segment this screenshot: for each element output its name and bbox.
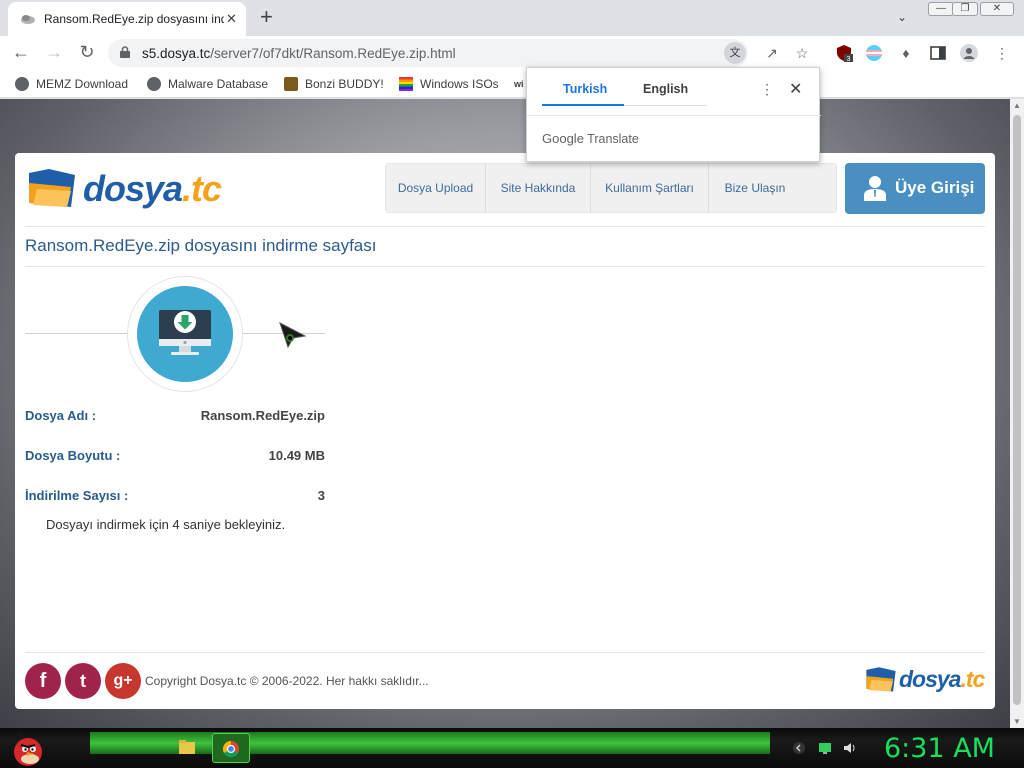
- file-name-value: Ransom.RedEye.zip: [200, 408, 325, 423]
- active-tab-indicator: [542, 104, 624, 106]
- nav-kullanim-sartlari[interactable]: Kullanım Şartları: [591, 164, 709, 212]
- footer-logo-text: dosya.tc: [899, 666, 985, 692]
- google-plus-icon[interactable]: g+: [105, 663, 141, 699]
- tab-strip: Ransom.RedEye.zip dosyasını ind ✕ + ⌄ — …: [0, 0, 1024, 36]
- address-bar[interactable]: s5.dosya.tc/server7/of7dkt/Ransom.RedEye…: [108, 39, 808, 67]
- file-size-label: Dosya Boyutu :: [25, 448, 121, 463]
- minimize-button[interactable]: —: [928, 2, 954, 16]
- bookmark-star-icon[interactable]: ☆: [793, 44, 811, 62]
- mouse-cursor-icon: [279, 322, 307, 348]
- tray-chevron-icon[interactable]: [792, 741, 806, 755]
- taskbar: 6:31 AM: [0, 728, 1024, 768]
- folder-icon: [179, 740, 195, 754]
- nav-site-hakkinda[interactable]: Site Hakkında: [486, 164, 591, 212]
- download-count-value: 3: [317, 488, 325, 503]
- file-name-label: Dosya Adı :: [25, 408, 97, 423]
- facebook-icon[interactable]: f: [25, 663, 61, 699]
- footer-logo[interactable]: dosya.tc: [865, 664, 985, 696]
- page-title: Ransom.RedEye.zip dosyasını indirme sayf…: [25, 236, 377, 255]
- menu-kebab-icon[interactable]: ⋮: [993, 44, 1011, 62]
- url-text: s5.dosya.tc/server7/of7dkt/Ransom.RedEye…: [142, 46, 456, 61]
- tab-close-icon[interactable]: ✕: [226, 11, 237, 27]
- site-logo[interactable]: dosya.tc: [27, 165, 222, 213]
- browser-toolbar: ← → ↻ s5.dosya.tc/server7/of7dkt/Ransom.…: [0, 36, 1024, 70]
- footer-divider: [25, 652, 985, 653]
- pride-flag-extension-icon[interactable]: [865, 44, 883, 62]
- download-button[interactable]: [137, 286, 233, 382]
- ublock-shield-icon[interactable]: 3: [835, 44, 853, 62]
- bonzi-icon: [284, 77, 298, 91]
- window-close-button[interactable]: ✕: [980, 2, 1014, 16]
- volume-icon[interactable]: [843, 741, 857, 755]
- download-count-label: İndirilme Sayısı :: [25, 488, 129, 503]
- side-panel-icon[interactable]: [929, 44, 947, 62]
- back-arrow-icon[interactable]: ←: [10, 42, 32, 63]
- globe-icon: [15, 77, 29, 91]
- scroll-up-icon[interactable]: ▲: [1013, 101, 1021, 110]
- site-nav: Dosya Upload Site Hakkında Kullanım Şart…: [385, 163, 837, 213]
- translate-tab-turkish[interactable]: Turkish: [563, 82, 607, 96]
- user-icon: [864, 176, 886, 201]
- profile-avatar-icon[interactable]: [960, 44, 978, 62]
- page-viewport: dosya.tc Dosya Upload Site Hakkında Kull…: [0, 99, 1010, 728]
- logo-folder-icon: [29, 169, 75, 207]
- bookmark-truncated[interactable]: wi: [514, 79, 524, 89]
- translate-more-icon[interactable]: ⋮: [760, 81, 774, 98]
- scrollbar-thumb[interactable]: [1013, 115, 1021, 705]
- wait-message: Dosyayı indirmek için 4 saniye bekleyini…: [46, 517, 286, 532]
- nav-dosya-upload[interactable]: Dosya Upload: [386, 164, 486, 212]
- google-translate-brand: Google Translate: [542, 131, 639, 146]
- page-scrollbar[interactable]: ▲ ▼: [1010, 99, 1024, 728]
- forward-arrow-icon[interactable]: →: [43, 42, 65, 63]
- nav-bize-ulasin[interactable]: Bize Ulaşın: [709, 164, 801, 212]
- translate-close-icon[interactable]: ✕: [789, 79, 802, 99]
- network-monitor-icon[interactable]: [818, 741, 832, 755]
- taskbar-clock[interactable]: 6:31 AM: [884, 733, 995, 764]
- bookmark-windows-isos[interactable]: Windows ISOs: [399, 77, 499, 91]
- monitor-download-icon: [159, 310, 211, 355]
- divider: [25, 226, 985, 227]
- taskbar-chrome[interactable]: [212, 733, 250, 763]
- divider: [25, 266, 985, 267]
- file-size-value: 10.49 MB: [268, 448, 325, 463]
- translate-icon[interactable]: 文: [724, 42, 746, 64]
- favicon-icon: [21, 15, 35, 24]
- extension-badge: 3: [847, 56, 851, 62]
- twitter-icon[interactable]: t: [65, 663, 101, 699]
- extensions-puzzle-icon[interactable]: ♦: [897, 44, 915, 62]
- divider: [527, 115, 821, 116]
- rainbow-flag-icon: [399, 77, 413, 91]
- bookmark-memz[interactable]: MEMZ Download: [15, 77, 128, 91]
- translate-popup: Turkish English ⋮ ✕ Google Translate: [526, 67, 821, 162]
- translate-tab-english[interactable]: English: [643, 82, 688, 96]
- copyright-text: Copyright Dosya.tc © 2006-2022. Her hakk…: [145, 674, 429, 688]
- globe-icon: [147, 77, 161, 91]
- logo-folder-icon: [866, 667, 896, 692]
- taskbar-explorer[interactable]: [168, 733, 206, 763]
- tab-search-chevron-icon[interactable]: ⌄: [897, 10, 907, 24]
- bookmark-bonzi-buddy[interactable]: Bonzi BUDDY!: [284, 77, 384, 91]
- content-card: dosya.tc Dosya Upload Site Hakkında Kull…: [15, 153, 995, 709]
- bookmarks-bar: MEMZ Download Malware Database Bonzi BUD…: [0, 70, 1024, 98]
- scroll-down-icon[interactable]: ▼: [1013, 717, 1021, 726]
- tab-title: Ransom.RedEye.zip dosyasını ind: [44, 12, 224, 26]
- decorative-line: [25, 333, 127, 334]
- share-icon[interactable]: ↗: [763, 44, 781, 62]
- lock-icon: [120, 46, 130, 58]
- restore-button[interactable]: ❐: [952, 2, 978, 16]
- reload-icon[interactable]: ↻: [76, 42, 98, 63]
- chrome-icon: [222, 740, 239, 758]
- login-label: Üye Girişi: [895, 178, 975, 197]
- browser-tab[interactable]: Ransom.RedEye.zip dosyasını ind ✕: [8, 2, 246, 36]
- new-tab-button[interactable]: +: [260, 4, 273, 30]
- bookmark-malware-database[interactable]: Malware Database: [147, 77, 268, 91]
- logo-text: dosya.tc: [83, 168, 222, 209]
- start-button-angry-bird-icon[interactable]: [8, 728, 48, 768]
- login-button[interactable]: Üye Girişi: [845, 163, 985, 214]
